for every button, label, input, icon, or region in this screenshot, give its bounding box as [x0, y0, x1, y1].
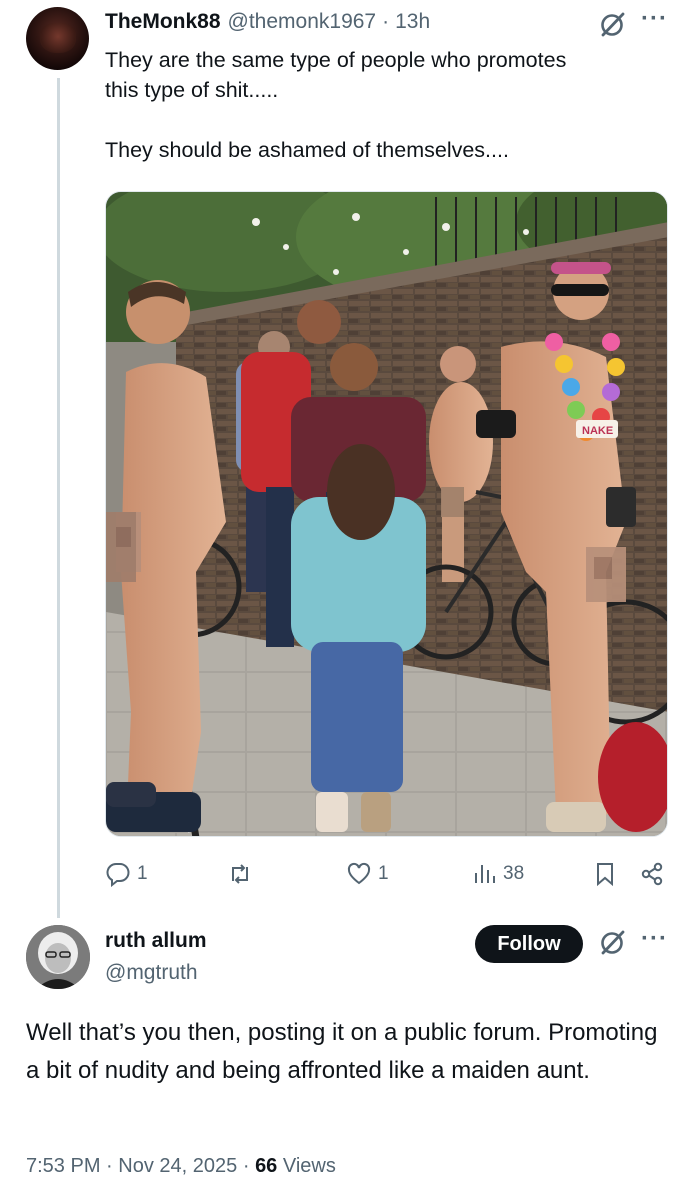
timestamp[interactable]: 7:53 PM — [26, 1155, 100, 1177]
display-name[interactable]: TheMonk88 — [105, 10, 221, 34]
avatar[interactable] — [26, 7, 89, 70]
heart-icon — [347, 862, 371, 885]
handle[interactable]: @themonk1967 — [228, 10, 377, 34]
share-button[interactable] — [639, 857, 665, 891]
views-count: 66 — [255, 1155, 278, 1177]
avatar-photo — [26, 925, 90, 989]
thread-connector-line — [57, 78, 60, 918]
grok-icon[interactable] — [597, 928, 627, 958]
tweet-action-bar: 1 1 38 — [105, 857, 675, 891]
views-label: Views — [282, 1155, 336, 1177]
separator: · — [242, 1155, 250, 1177]
grok-icon[interactable] — [597, 10, 627, 40]
repost-button[interactable] — [227, 857, 259, 891]
like-count: 1 — [378, 863, 389, 884]
timestamp[interactable]: 13h — [395, 10, 430, 34]
views-count: 38 — [503, 863, 525, 884]
reply-meta: 7:53 PM · Nov 24, 2025 · 66 Views — [26, 1155, 336, 1178]
date[interactable]: Nov 24, 2025 — [118, 1155, 237, 1177]
repost-icon — [232, 864, 248, 884]
follow-button[interactable]: Follow — [475, 925, 583, 963]
tweet-text: They are the same type of people who pro… — [105, 48, 567, 162]
photo-illustration: NAKE — [106, 192, 667, 836]
reply-text: Well that’s you then, posting it on a pu… — [26, 1019, 658, 1084]
views-button[interactable]: 38 — [471, 857, 524, 891]
share-icon — [641, 862, 663, 886]
handle[interactable]: @mgtruth — [105, 961, 198, 985]
avatar[interactable] — [26, 925, 90, 989]
tweet-photo[interactable]: NAKE — [105, 191, 668, 837]
tweet-header: TheMonk88 @themonk1967 · 13h — [105, 10, 605, 38]
separator: · — [106, 1155, 113, 1177]
reply-icon — [106, 863, 130, 887]
reply-count: 1 — [137, 863, 148, 884]
more-horizontal-icon[interactable]: ··· — [641, 927, 671, 958]
reply-button[interactable]: 1 — [105, 857, 148, 891]
bookmark-icon — [597, 863, 613, 887]
like-button[interactable]: 1 — [346, 857, 389, 891]
analytics-icon — [475, 865, 495, 883]
display-name[interactable]: ruth allum — [105, 929, 207, 953]
separator: · — [382, 10, 390, 33]
photo-sign-text: NAKE — [582, 425, 613, 437]
bookmark-button[interactable] — [592, 857, 618, 891]
more-horizontal-icon[interactable]: ··· — [641, 7, 671, 38]
